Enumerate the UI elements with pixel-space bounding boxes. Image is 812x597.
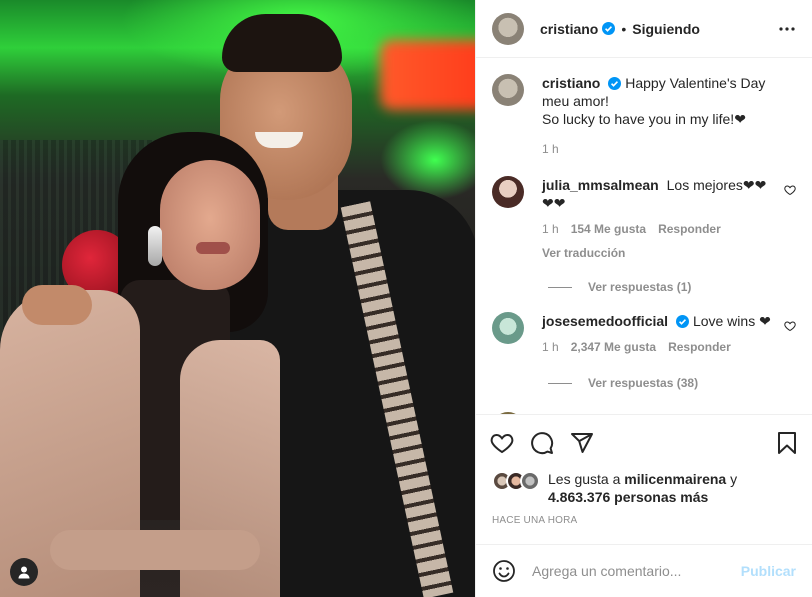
comment-text: Love wins ❤ [692,313,771,329]
avatar[interactable] [492,12,524,45]
caption-text-line2: So lucky to have you in my life!❤ [542,111,746,127]
post-actions [476,414,812,470]
post-author-username[interactable]: cristiano [540,21,598,37]
photo-coat-belt [50,530,260,570]
comment-button[interactable] [530,431,554,455]
post-header: cristiano • Siguiendo [476,0,812,58]
avatar [520,471,540,491]
comment-icon [531,431,554,454]
share-button[interactable] [570,431,594,455]
comment-time[interactable]: 1 h [542,338,559,356]
avatar[interactable] [492,74,524,106]
likes-joiner: y [730,471,738,487]
save-button[interactable] [776,431,798,455]
photo-woman-face [160,160,260,290]
post-side-panel: cristiano • Siguiendo cristiano Happy Va… [475,0,812,597]
caption-time[interactable]: 1 h [542,140,559,158]
user-icon [18,566,30,579]
photo-woman-lips [196,242,230,254]
translate-button[interactable]: Ver traducción [542,244,772,262]
photo-hand [22,285,92,325]
view-replies-button[interactable]: Ver respuestas (1) [492,280,796,294]
view-replies-label: Ver respuestas (1) [588,280,692,294]
heart-icon[interactable] [784,184,796,196]
publish-button[interactable]: Publicar [741,563,796,579]
comment-item: julia_mmsalmean Los mejores❤❤❤❤ 1 h 154 … [492,176,796,262]
verified-badge-icon [602,22,616,35]
comment-likes[interactable]: 154 Me gusta [571,220,646,238]
verified-badge-icon [608,77,622,90]
comment-time[interactable]: 1 h [542,220,559,238]
caption-username[interactable]: cristiano [542,75,600,91]
liker-avatars[interactable] [492,471,540,491]
likes-prefix: Les gusta a [548,471,621,487]
heart-icon[interactable] [784,320,796,332]
replies-divider [548,382,572,384]
tagged-users-button[interactable] [10,558,38,586]
replies-divider [548,286,572,288]
post-caption: cristiano Happy Valentine's Day meu amor… [492,74,796,158]
view-replies-button[interactable]: Ver respuestas (38) [492,376,796,390]
likes-others[interactable]: 4.863.376 personas más [548,489,708,505]
reply-button[interactable]: Responder [668,338,731,356]
photo-earring [148,226,162,266]
emoji-icon [493,560,515,582]
post-photo[interactable] [0,0,475,597]
send-icon [571,432,593,453]
more-horizontal-icon[interactable] [778,20,796,38]
comment-input[interactable] [532,563,733,579]
comment-username[interactable]: julia_mmsalmean [542,177,659,193]
photo-bg-light-green [380,120,475,200]
avatar[interactable] [492,312,524,344]
header-separator: • [621,20,627,37]
bookmark-icon [778,431,796,454]
comment-likes[interactable]: 2,347 Me gusta [571,338,656,356]
photo-man-hair [222,14,342,72]
post-timestamp[interactable]: Hace una hora [492,515,577,526]
photo-bg-light-red [380,40,475,110]
comments-list[interactable]: cristiano Happy Valentine's Day meu amor… [476,58,812,414]
comment-item: josesemedoofficial Love wins ❤ 1 h 2,347… [492,312,796,356]
heart-icon [490,433,514,453]
avatar[interactable] [492,176,524,208]
reply-button[interactable]: Responder [658,220,721,238]
liker-username[interactable]: milicenmairena [624,471,726,487]
comment-username[interactable]: josesemedoofficial [542,313,668,329]
emoji-button[interactable] [492,559,516,583]
comment-composer: Publicar [476,544,812,597]
verified-badge-icon [676,315,690,328]
likes-summary: Les gusta a milicenmairena y 4.863.376 p… [492,470,802,506]
following-button[interactable]: Siguiendo [632,21,700,37]
like-button[interactable] [490,431,514,455]
view-replies-label: Ver respuestas (38) [588,376,699,390]
